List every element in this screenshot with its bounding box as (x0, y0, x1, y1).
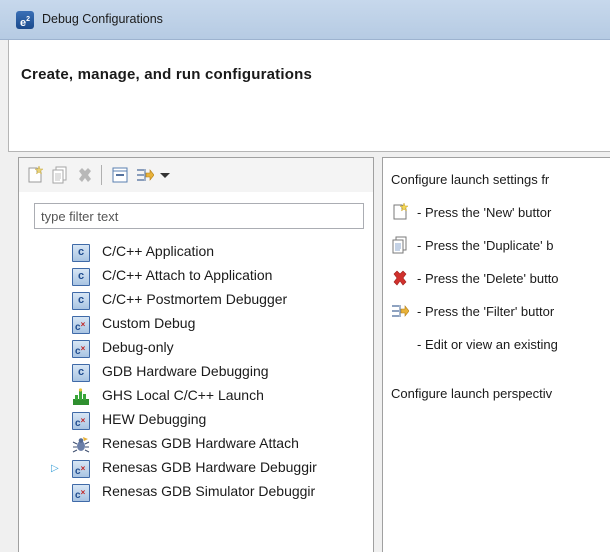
window-titlebar: e2 Debug Configurations (0, 0, 610, 40)
tree-item-cc-application[interactable]: c C/C++ Application (19, 241, 373, 265)
duplicate-icon (392, 236, 407, 254)
tree-item-label: C/C++ Application (102, 243, 215, 259)
filter-icon[interactable] (136, 166, 154, 184)
c-config-icon: c (72, 292, 90, 310)
ghs-icon (73, 388, 89, 405)
expand-arrow-icon[interactable]: ▷ (51, 463, 61, 475)
delete-icon[interactable] (76, 166, 94, 184)
view-menu-dropdown-icon[interactable] (156, 166, 174, 184)
c-config-icon: c (72, 364, 90, 382)
toolbar-divider (101, 165, 102, 185)
app-logo-icon: e2 (16, 11, 34, 29)
tree-item-label: GHS Local C/C++ Launch (102, 387, 264, 403)
filter-icon (392, 305, 409, 317)
tree-item-label: Custom Debug (102, 315, 196, 331)
tree-item-cc-attach[interactable]: c C/C++ Attach to Application (19, 265, 373, 289)
cx-config-icon: c× (72, 460, 90, 478)
dialog-header: Create, manage, and run configurations (8, 40, 610, 152)
tree-item-label: Renesas GDB Hardware Attach (102, 435, 299, 451)
cx-config-icon: c× (72, 484, 90, 502)
tree-item-label: Renesas GDB Hardware Debuggir (102, 459, 317, 475)
pane-splitter[interactable] (374, 157, 382, 552)
tree-item-label: HEW Debugging (102, 411, 207, 427)
tree-item-renesas-simulator[interactable]: c× Renesas GDB Simulator Debuggir (19, 481, 373, 505)
tree-item-label: Debug-only (102, 339, 174, 355)
tree-item-label: C/C++ Postmortem Debugger (102, 291, 288, 307)
cx-config-icon: c× (72, 412, 90, 430)
c-config-icon: c (72, 244, 90, 262)
tree-item-debug-only[interactable]: c× Debug-only (19, 337, 373, 361)
intro-text: Configure launch settings fr (391, 172, 550, 187)
tree-item-renesas-hw-debugging[interactable]: ▷ c× Renesas GDB Hardware Debuggir (19, 457, 373, 481)
filter-input[interactable] (34, 203, 364, 229)
tree-item-cc-postmortem[interactable]: c C/C++ Postmortem Debugger (19, 289, 373, 313)
config-details-pane: Configure launch settings fr - Press the… (382, 157, 610, 552)
help-line-filter: - Press the 'Filter' buttor (417, 304, 555, 319)
page-title: Create, manage, and run configurations (21, 66, 312, 83)
tree-item-renesas-hw-attach[interactable]: Renesas GDB Hardware Attach (19, 433, 373, 457)
tree-item-custom-debug[interactable]: c× Custom Debug (19, 313, 373, 337)
help-line-new: - Press the 'New' buttor (417, 205, 552, 220)
config-tree-pane: c C/C++ Application c C/C++ Attach to Ap… (18, 157, 374, 552)
cx-config-icon: c× (72, 340, 90, 358)
cx-config-icon: c× (72, 316, 90, 334)
tree-item-label: GDB Hardware Debugging (102, 363, 269, 379)
c-config-icon: c (72, 268, 90, 286)
collapse-all-icon[interactable] (111, 166, 129, 184)
new-config-icon (393, 203, 409, 220)
help-line-duplicate: - Press the 'Duplicate' b (417, 238, 554, 253)
tree-item-label: Renesas GDB Simulator Debuggir (102, 483, 316, 499)
bug-attach-icon (72, 437, 90, 453)
help-line-edit: - Edit or view an existing (417, 337, 558, 352)
config-toolbar (19, 158, 373, 192)
tree-item-hew-debugging[interactable]: c× HEW Debugging (19, 409, 373, 433)
perspective-text: Configure launch perspectiv (391, 386, 553, 401)
config-type-tree: c C/C++ Application c C/C++ Attach to Ap… (19, 241, 373, 505)
tree-item-ghs-local[interactable]: GHS Local C/C++ Launch (19, 385, 373, 409)
tree-item-gdb-hardware[interactable]: c GDB Hardware Debugging (19, 361, 373, 385)
window-title: Debug Configurations (42, 12, 163, 26)
duplicate-icon[interactable] (51, 166, 69, 184)
new-config-icon[interactable] (26, 166, 44, 184)
help-line-delete: - Press the 'Delete' butto (417, 271, 559, 286)
delete-icon (393, 270, 407, 286)
tree-item-label: C/C++ Attach to Application (102, 267, 273, 283)
